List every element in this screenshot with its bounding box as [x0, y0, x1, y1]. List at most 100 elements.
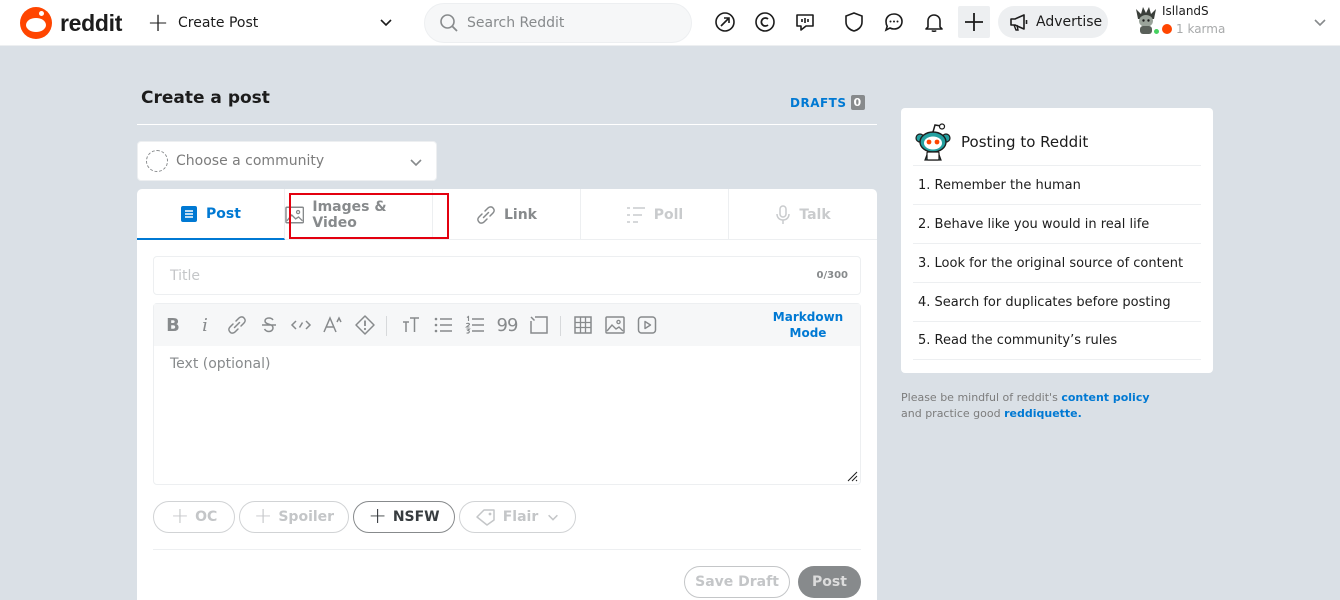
- tab-talk[interactable]: Talk: [729, 189, 877, 240]
- chevron-down-icon: [1314, 19, 1326, 27]
- search-placeholder: Search Reddit: [467, 15, 565, 31]
- content-policy-link[interactable]: content policy: [1061, 391, 1149, 404]
- plus-icon: +: [170, 504, 190, 529]
- drafts-label: DRAFTS: [790, 95, 847, 110]
- karma-count: 1 karma: [1162, 22, 1225, 36]
- community-placeholder-icon: [146, 150, 168, 172]
- reddit-logo[interactable]: reddit: [20, 7, 122, 39]
- tab-images-video[interactable]: Images & Video: [285, 189, 449, 240]
- posting-rules-title: Posting to Reddit: [961, 133, 1089, 151]
- link-icon: [477, 205, 495, 224]
- bulleted-list-icon[interactable]: [432, 314, 454, 336]
- tab-link-label: Link: [504, 206, 537, 223]
- policy-middle: and practice good: [901, 407, 1001, 420]
- tab-images-video-label: Images & Video: [312, 198, 387, 231]
- oc-tag-button[interactable]: + OC: [153, 501, 235, 533]
- link-icon[interactable]: [226, 314, 248, 336]
- spoiler-tag-button[interactable]: + Spoiler: [239, 501, 349, 533]
- insert-image-icon[interactable]: [604, 314, 626, 336]
- markdown-mode-line1: Markdown: [772, 310, 844, 324]
- community-switcher[interactable]: + Create Post: [146, 8, 402, 38]
- logo-text: reddit: [60, 9, 123, 36]
- tab-post-label: Post: [206, 205, 241, 222]
- markdown-mode-line2: Mode: [789, 326, 827, 340]
- flair-label: Flair: [502, 509, 539, 525]
- bold-icon[interactable]: B: [162, 314, 184, 336]
- title-char-counter: 0/300: [816, 270, 848, 281]
- content-policy-note: Please be mindful of reddit's content po…: [901, 390, 1181, 422]
- notification-bell-icon[interactable]: [922, 10, 946, 34]
- oc-label: OC: [195, 509, 218, 525]
- create-post-plus-button[interactable]: [958, 6, 990, 38]
- popular-icon[interactable]: [713, 10, 737, 34]
- community-selector[interactable]: Choose a community: [137, 141, 437, 181]
- list-item: 2. Behave like you would in real life: [913, 204, 1201, 243]
- insert-video-icon[interactable]: [636, 314, 658, 336]
- chat-icon[interactable]: [882, 10, 906, 34]
- title-divider: [137, 124, 877, 125]
- flair-button[interactable]: Flair: [459, 501, 576, 533]
- italic-icon[interactable]: i: [194, 314, 216, 336]
- karma-icon: [1162, 24, 1172, 34]
- nsfw-tag-button[interactable]: + NSFW: [353, 501, 455, 533]
- tab-post[interactable]: Post: [137, 189, 285, 240]
- numbered-list-icon[interactable]: [464, 314, 486, 336]
- community-placeholder: Choose a community: [176, 153, 325, 169]
- mod-shield-icon[interactable]: [842, 10, 866, 34]
- drafts-button[interactable]: DRAFTS 0: [790, 95, 865, 110]
- rich-text-editor: B i 99 Markdown Mode Text (optional): [153, 303, 861, 485]
- image-icon: [285, 206, 305, 223]
- reddiquette-link[interactable]: reddiquette.: [1004, 407, 1082, 420]
- chevron-down-icon: [380, 19, 392, 27]
- search-bar[interactable]: Search Reddit: [424, 3, 692, 43]
- policy-prefix: Please be mindful of reddit's: [901, 391, 1058, 404]
- nsfw-label: NSFW: [392, 509, 440, 525]
- spoiler-icon[interactable]: [354, 314, 376, 336]
- resize-handle-icon[interactable]: [846, 470, 858, 482]
- post-type-tabs: Post Images & Video Link Poll Talk: [137, 189, 877, 240]
- user-menu[interactable]: IsllandS 1 karma: [1132, 3, 1332, 43]
- search-icon: [440, 14, 458, 32]
- plus-icon: +: [147, 8, 169, 38]
- title-input[interactable]: Title 0/300: [153, 256, 861, 295]
- toolbar-separator: [386, 316, 387, 336]
- advertise-label: Advertise: [1036, 14, 1103, 30]
- username: IsllandS: [1162, 4, 1209, 18]
- tab-talk-label: Talk: [799, 206, 831, 223]
- body-text-input[interactable]: Text (optional): [170, 356, 270, 372]
- top-header: reddit + Create Post Search Reddit Adver…: [0, 0, 1340, 46]
- list-item: 4. Search for duplicates before posting: [913, 282, 1201, 321]
- strikethrough-icon[interactable]: [258, 314, 280, 336]
- post-icon: [181, 205, 198, 222]
- tab-poll[interactable]: Poll: [581, 189, 729, 240]
- editor-toolbar: B i 99 Markdown Mode: [154, 304, 860, 346]
- spoiler-label: Spoiler: [278, 509, 335, 525]
- post-button[interactable]: Post: [798, 566, 861, 598]
- table-icon[interactable]: [572, 314, 594, 336]
- list-item: 3. Look for the original source of conte…: [913, 243, 1201, 282]
- tag-icon: [475, 509, 495, 526]
- inline-code-icon[interactable]: [290, 314, 312, 336]
- poll-icon: [626, 206, 645, 223]
- heading-icon[interactable]: [400, 314, 422, 336]
- online-status-dot: [1152, 27, 1161, 36]
- save-draft-button[interactable]: Save Draft: [684, 566, 790, 598]
- page-title: Create a post: [141, 88, 270, 108]
- post-tags: + OC + Spoiler + NSFW Flair: [153, 501, 580, 533]
- talk-icon[interactable]: [793, 10, 817, 34]
- tags-divider: [153, 549, 861, 550]
- title-placeholder: Title: [170, 267, 201, 284]
- drafts-count-badge: 0: [850, 95, 865, 110]
- superscript-icon[interactable]: [322, 314, 344, 336]
- advertise-button[interactable]: Advertise: [998, 6, 1108, 38]
- mic-icon: [776, 204, 791, 224]
- list-item: 1. Remember the human: [913, 165, 1201, 204]
- list-item: 5. Read the community’s rules: [913, 321, 1201, 360]
- tab-poll-label: Poll: [653, 206, 684, 223]
- tab-link[interactable]: Link: [433, 189, 581, 240]
- markdown-mode-button[interactable]: Markdown Mode: [764, 309, 852, 341]
- chevron-down-icon: [410, 159, 422, 167]
- coins-icon[interactable]: [753, 10, 777, 34]
- code-block-icon[interactable]: [528, 314, 550, 336]
- quote-block-icon[interactable]: 99: [496, 314, 519, 336]
